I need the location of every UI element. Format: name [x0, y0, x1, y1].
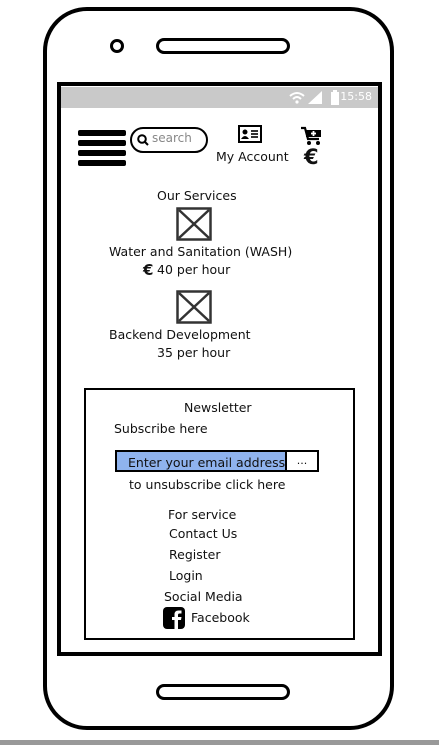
signal-icon	[308, 91, 322, 104]
newsletter-title: Newsletter	[184, 400, 252, 415]
contact-us-link[interactable]: Contact Us	[169, 526, 237, 541]
service-name[interactable]: Water and Sanitation (WASH)	[109, 244, 292, 259]
service-image-placeholder	[176, 207, 212, 241]
camera-icon	[110, 39, 124, 53]
cart-add-icon[interactable]	[300, 126, 324, 146]
search-placeholder: search	[152, 131, 192, 145]
my-account-link[interactable]: My Account	[216, 149, 289, 164]
speaker-grille	[156, 38, 290, 54]
battery-icon	[331, 90, 339, 105]
facebook-icon[interactable]	[163, 607, 185, 629]
services-title: Our Services	[157, 188, 237, 203]
subscribe-button[interactable]: ...	[287, 450, 319, 472]
subscribe-label: Subscribe here	[114, 421, 208, 436]
service-price: 35 per hour	[157, 345, 231, 360]
account-card-icon[interactable]	[238, 125, 262, 143]
search-icon	[137, 134, 149, 146]
service-image-placeholder	[176, 290, 212, 324]
search-input[interactable]: search	[130, 127, 208, 153]
status-bar: 15:58	[61, 87, 378, 108]
hamburger-menu-icon[interactable]	[78, 130, 126, 166]
for-service-link[interactable]: For service	[168, 507, 236, 522]
wifi-icon	[289, 92, 305, 104]
currency-icon[interactable]: €	[304, 145, 319, 169]
bottom-scrollbar[interactable]	[0, 740, 439, 745]
service-name[interactable]: Backend Development	[109, 327, 251, 342]
login-link[interactable]: Login	[169, 568, 203, 583]
register-link[interactable]: Register	[169, 547, 220, 562]
status-time: 15:58	[340, 90, 372, 103]
social-media-heading: Social Media	[164, 589, 243, 604]
service-price: 40 per hour	[157, 262, 231, 277]
facebook-link[interactable]: Facebook	[191, 610, 250, 625]
euro-icon: €	[143, 261, 154, 279]
home-button[interactable]	[156, 684, 290, 700]
email-field[interactable]: Enter your email address	[115, 450, 287, 472]
unsubscribe-link[interactable]: to unsubscribe click here	[129, 477, 285, 492]
